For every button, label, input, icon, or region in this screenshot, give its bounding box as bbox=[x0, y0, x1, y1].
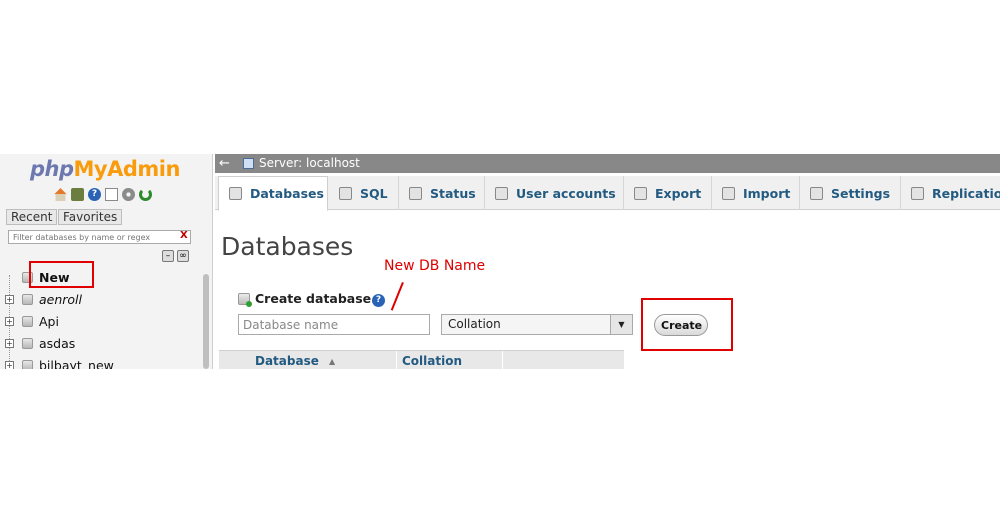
server-breadcrumb[interactable]: Server: localhost bbox=[259, 154, 360, 173]
database-icon bbox=[22, 359, 33, 369]
tab-export[interactable]: Export bbox=[624, 176, 712, 210]
import-icon bbox=[722, 186, 735, 200]
expand-icon[interactable]: + bbox=[5, 294, 14, 304]
tab-user-accounts[interactable]: User accounts bbox=[485, 176, 624, 210]
create-database-icon bbox=[238, 292, 252, 307]
replication-icon bbox=[911, 186, 924, 200]
phpmyadmin-logo[interactable]: phpMyAdmin bbox=[30, 157, 180, 181]
collapse-sidebar-icon[interactable]: ← bbox=[219, 154, 230, 173]
expand-icon[interactable]: + bbox=[5, 338, 14, 348]
tab-recent[interactable]: Recent bbox=[6, 209, 58, 225]
column-header-collation[interactable]: Collation bbox=[402, 354, 462, 368]
docs-icon[interactable] bbox=[105, 188, 118, 201]
filter-databases-input[interactable] bbox=[8, 230, 191, 244]
tree-item-label: asdas bbox=[39, 335, 76, 351]
tree-item-asdas[interactable]: + asdas bbox=[0, 332, 204, 354]
settings-icon bbox=[810, 186, 823, 200]
highlight-box-new bbox=[29, 261, 94, 288]
expand-icon[interactable]: + bbox=[5, 316, 14, 326]
tree-item-label: bilbayt_new bbox=[39, 357, 114, 370]
tab-status[interactable]: Status bbox=[399, 176, 485, 210]
annotation-pointer-line bbox=[390, 282, 404, 311]
help-icon[interactable]: ? bbox=[372, 294, 385, 307]
main-tabs: Databases SQL Status User accounts Expor… bbox=[215, 176, 1000, 211]
tab-replication[interactable]: Replication bbox=[901, 176, 1000, 210]
tab-import[interactable]: Import bbox=[712, 176, 800, 210]
tree-item-label: Api bbox=[39, 313, 59, 329]
column-header-database[interactable]: Database bbox=[255, 354, 319, 368]
databases-table-header: Database ▲ Collation bbox=[219, 350, 624, 369]
link-icon[interactable]: ∞ bbox=[177, 250, 189, 262]
help-icon[interactable]: ? bbox=[88, 188, 101, 201]
navigation-sidebar: phpMyAdmin ? Recent Favorites X – ∞ New … bbox=[0, 154, 213, 369]
create-database-heading: Create database bbox=[238, 291, 371, 307]
tab-sql[interactable]: SQL bbox=[329, 176, 399, 210]
phpmyadmin-screenshot: phpMyAdmin ? Recent Favorites X – ∞ New … bbox=[0, 154, 1000, 369]
tree-item-api[interactable]: + Api bbox=[0, 310, 204, 332]
database-icon bbox=[22, 315, 33, 327]
annotation-new-db-name: New DB Name bbox=[384, 258, 486, 274]
collation-selected-value: Collation bbox=[448, 317, 501, 331]
database-icon bbox=[229, 187, 242, 200]
users-icon bbox=[495, 186, 508, 200]
tree-item-bilbayt-new[interactable]: + bilbayt_new bbox=[0, 354, 204, 369]
sql-icon bbox=[339, 186, 352, 200]
database-icon bbox=[22, 293, 33, 305]
database-name-input[interactable] bbox=[238, 314, 430, 335]
exit-icon[interactable] bbox=[71, 188, 84, 201]
highlight-box-create bbox=[641, 298, 733, 351]
sidebar-icon-bar: ? bbox=[54, 188, 152, 201]
collapse-all-icon[interactable]: – bbox=[162, 250, 174, 262]
tree-controls: – ∞ bbox=[162, 250, 189, 262]
tab-favorites[interactable]: Favorites bbox=[58, 209, 123, 225]
collation-select[interactable]: Collation ▼ bbox=[441, 314, 633, 335]
sort-ascending-icon[interactable]: ▲ bbox=[329, 357, 335, 366]
chevron-down-icon[interactable]: ▼ bbox=[610, 315, 632, 334]
sidebar-scrollbar[interactable] bbox=[203, 274, 209, 369]
export-icon bbox=[634, 186, 647, 200]
tab-databases[interactable]: Databases bbox=[218, 176, 328, 211]
status-icon bbox=[409, 186, 422, 200]
expand-icon[interactable]: + bbox=[5, 360, 14, 369]
column-divider bbox=[396, 351, 397, 369]
tab-settings[interactable]: Settings bbox=[800, 176, 901, 210]
clear-filter-icon[interactable]: X bbox=[180, 230, 188, 241]
server-breadcrumb-bar: ← Server: localhost bbox=[215, 154, 1000, 173]
settings-icon[interactable] bbox=[122, 188, 135, 201]
home-icon[interactable] bbox=[54, 188, 67, 201]
tree-item-aenroll[interactable]: + aenroll bbox=[0, 288, 204, 310]
database-icon bbox=[22, 337, 33, 349]
server-icon bbox=[243, 158, 254, 169]
column-divider bbox=[502, 351, 503, 369]
reload-icon[interactable] bbox=[139, 188, 152, 201]
page-title: Databases bbox=[221, 232, 354, 261]
tree-item-label: aenroll bbox=[39, 291, 83, 307]
